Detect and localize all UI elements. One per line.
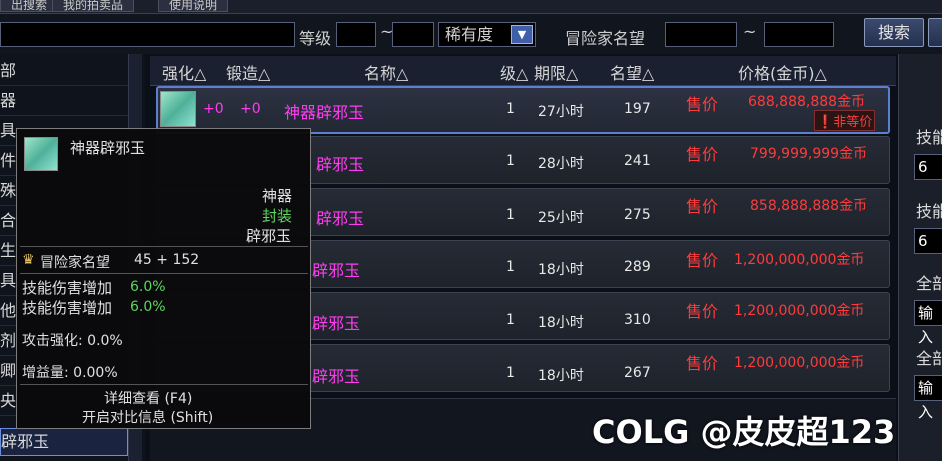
top-tab-strip xyxy=(0,0,942,14)
row-fame: 275 xyxy=(624,207,651,223)
row-duration: 27小时 xyxy=(538,104,584,120)
tab-instructions[interactable]: 使用说明 xyxy=(158,0,229,12)
skill-value-2[interactable]: 6 xyxy=(914,228,942,254)
row-sell-label: 售价 xyxy=(686,145,719,164)
chevron-down-icon[interactable]: ▼ xyxy=(511,25,533,44)
tooltip-sealed: 封装 xyxy=(262,207,293,225)
rarity-select[interactable]: 稀有度 ▼ xyxy=(438,22,536,47)
row-duration: 18小时 xyxy=(538,315,584,331)
row-level: 1 xyxy=(506,259,515,275)
row-price: 858,888,888金币 xyxy=(750,198,868,214)
tooltip-fame-value: 45 + 152 xyxy=(134,252,200,268)
tooltip-fame-label: 冒险家名望 xyxy=(40,255,110,271)
row-sell-label: 售价 xyxy=(686,197,719,216)
non-equivalent-badge: ❗非等价 xyxy=(814,110,876,131)
row-fame: 197 xyxy=(624,101,651,117)
row-fame: 310 xyxy=(624,312,651,328)
row-fame: 267 xyxy=(624,365,651,381)
tooltip-title: 神器辟邪玉 xyxy=(70,139,146,157)
all-label-2: 全部 xyxy=(916,349,942,368)
row-name: 辟邪玉 xyxy=(312,314,361,333)
tooltip-divider xyxy=(20,384,308,385)
row-name: 辟邪玉 xyxy=(316,155,365,174)
col-enhance[interactable]: 强化△ xyxy=(162,60,206,84)
tab-search[interactable]: 出搜索 xyxy=(0,0,59,12)
tooltip-stat3: 攻击强化: 0.0% xyxy=(22,333,123,349)
col-duration[interactable]: 期限△ xyxy=(534,60,578,84)
row-level: 1 xyxy=(506,207,515,223)
row-duration: 18小时 xyxy=(538,368,584,384)
row-enhance: +0 xyxy=(203,101,224,117)
col-fame[interactable]: 名望△ xyxy=(610,60,654,84)
tooltip-divider xyxy=(20,246,308,247)
row-duration: 18小时 xyxy=(538,262,584,278)
row-duration: 28小时 xyxy=(538,156,584,172)
fame-tilde: ~ xyxy=(743,22,757,41)
tooltip-stat4: 增益量: 0.00% xyxy=(22,365,118,381)
level-max-input[interactable] xyxy=(392,22,434,47)
category-item[interactable]: 部 xyxy=(0,56,128,86)
row-fame: 289 xyxy=(624,259,651,275)
row-fame: 241 xyxy=(624,153,651,169)
tooltip-stat2-label: 技能伤害增加 xyxy=(22,299,113,317)
row-sell-label: 售价 xyxy=(686,302,719,321)
row-sell-label: 售价 xyxy=(686,95,719,114)
fame-emblem-icon: ♛ xyxy=(22,252,35,268)
search-button[interactable]: 搜索 xyxy=(864,18,924,47)
tooltip-type: 辟邪玉 xyxy=(246,227,292,245)
level-min-input[interactable] xyxy=(336,22,376,47)
tooltip-compare-hint: 开启对比信息 (Shift) xyxy=(82,410,214,426)
row-price: 688,888,888金币 xyxy=(748,94,866,110)
row-level: 1 xyxy=(506,153,515,169)
row-name: 辟邪玉 xyxy=(316,209,365,228)
tooltip-stat1-value: 6.0% xyxy=(130,279,166,295)
row-price: 1,200,000,000金币 xyxy=(734,252,865,268)
item-name-input[interactable] xyxy=(0,22,295,47)
row-name: 辟邪玉 xyxy=(312,261,361,280)
tooltip-rarity: 神器 xyxy=(262,187,293,205)
row-sell-label: 售价 xyxy=(686,354,719,373)
warning-icon: ❗ xyxy=(817,115,834,130)
category-item-selected[interactable]: 辟邪玉 xyxy=(0,428,128,456)
row-level: 1 xyxy=(506,312,515,328)
colg-watermark: COLG @皮皮超123 xyxy=(592,413,896,451)
row-level: 1 xyxy=(506,101,515,117)
row-name: 辟邪玉 xyxy=(312,367,361,386)
tooltip-detail-hint: 详细查看 (F4) xyxy=(104,391,193,407)
fame-label: 冒险家名望 xyxy=(565,29,646,48)
rarity-value: 稀有度 xyxy=(445,25,494,44)
tooltip-jade-icon xyxy=(24,137,58,171)
all-input-2[interactable]: 输入 xyxy=(914,375,942,421)
badge-label: 非等价 xyxy=(833,115,873,130)
level-label: 等级 xyxy=(299,29,332,48)
row-duration: 25小时 xyxy=(538,210,584,226)
jade-item-icon[interactable] xyxy=(160,91,196,127)
col-level[interactable]: 级△ xyxy=(500,60,528,84)
row-price: 1,200,000,000金币 xyxy=(734,303,865,319)
all-label-1: 全部 xyxy=(916,274,942,293)
row-name: 神器辟邪玉 xyxy=(284,103,365,122)
col-name[interactable]: 名称△ xyxy=(364,60,408,84)
row-forge: +0 xyxy=(240,101,261,117)
skill-label-2: 技能 xyxy=(916,202,942,221)
row-price: 1,200,000,000金币 xyxy=(734,355,865,371)
row-price: 799,999,999金币 xyxy=(750,146,868,162)
col-price[interactable]: 价格(金币)△ xyxy=(738,60,827,84)
skill-label-1: 技能 xyxy=(916,128,942,147)
tooltip-divider xyxy=(20,273,308,274)
col-forge[interactable]: 锻造△ xyxy=(226,60,270,84)
skill-value-1[interactable]: 6 xyxy=(914,154,942,180)
fame-min-input[interactable] xyxy=(665,22,737,47)
tab-my-auctions[interactable]: 我的拍卖品 xyxy=(52,0,135,12)
category-item[interactable]: 器 xyxy=(0,86,128,116)
row-sell-label: 售价 xyxy=(686,251,719,270)
extra-button[interactable] xyxy=(928,18,942,47)
tooltip-stat2-value: 6.0% xyxy=(130,299,166,315)
fame-max-input[interactable] xyxy=(764,22,834,47)
row-level: 1 xyxy=(506,365,515,381)
all-input-1[interactable]: 输入 xyxy=(914,300,942,346)
tooltip-stat1-label: 技能伤害增加 xyxy=(22,279,113,297)
